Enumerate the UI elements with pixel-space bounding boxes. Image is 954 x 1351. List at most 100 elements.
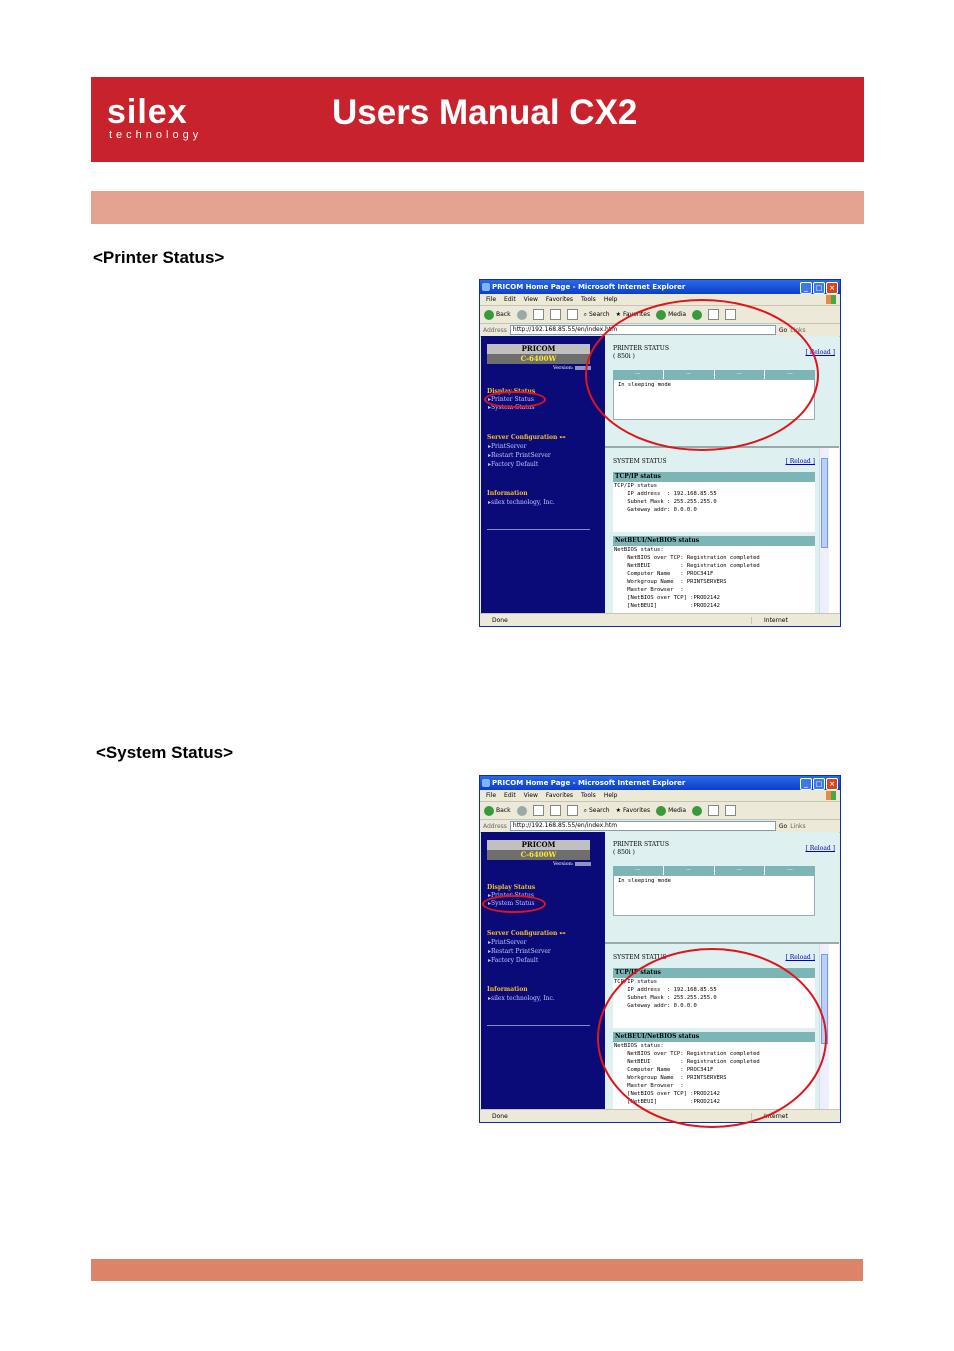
forward-arrow-icon (516, 805, 527, 816)
scroll-thumb[interactable] (821, 458, 828, 548)
refresh-icon[interactable] (549, 805, 561, 816)
system-status-frame: SYSTEM STATUS [ Reload ] TCP/IP status T… (605, 448, 829, 613)
print-icon[interactable] (725, 805, 737, 816)
search-label: Search (588, 807, 610, 814)
highlight-ring-system-status-frame (597, 948, 827, 1128)
search-button[interactable]: ⌕ Search (584, 807, 610, 815)
search-icon: ⌕ (583, 806, 587, 814)
minimize-icon[interactable]: _ (800, 778, 812, 790)
nav-item-silex[interactable]: ▸silex technology, Inc. (488, 995, 555, 1002)
nav-label: PrintServer (491, 939, 527, 946)
left-navigation: PRICOM C-6400W Version: Display Status ▸… (481, 832, 605, 1109)
nav-heading-server-config: Server Configuration ⊷ (487, 434, 565, 441)
logo-main-text: silex (107, 93, 188, 131)
model-name: C-6400W (487, 354, 590, 364)
menu-help[interactable]: Help (604, 296, 618, 303)
menu-favorites[interactable]: Favorites (546, 296, 573, 303)
stop-icon[interactable] (532, 805, 544, 816)
nav-label: Factory Default (491, 957, 539, 964)
favorites-label: Favorites (622, 807, 651, 814)
grid-cell: --- (714, 866, 765, 875)
menu-file[interactable]: File (486, 296, 496, 303)
search-icon: ⌕ (583, 310, 587, 318)
menu-view[interactable]: View (524, 792, 538, 799)
search-button[interactable]: ⌕ Search (584, 311, 610, 319)
media-icon (656, 805, 667, 816)
reload-link[interactable]: [ Reload ] (805, 845, 835, 852)
forward-button[interactable] (516, 805, 527, 816)
printer-model: ( 850i ) (613, 849, 635, 856)
nav-item-factory-default[interactable]: ▸Factory Default (488, 957, 538, 964)
section-band (91, 191, 864, 224)
back-arrow-icon (484, 309, 494, 320)
scrollbar[interactable] (819, 448, 829, 613)
highlight-ring-printer-status-link (484, 391, 546, 408)
forward-button[interactable] (516, 309, 527, 320)
back-label: Back (496, 311, 511, 318)
window-title: PRICOM Home Page - Microsoft Internet Ex… (492, 283, 686, 291)
nav-item-silex[interactable]: ▸silex technology, Inc. (488, 499, 555, 506)
address-input[interactable]: http://192.168.85.55/en/index.htm (509, 821, 776, 831)
printer-status-grid: --- --- --- --- (613, 866, 815, 875)
logo-sub-text: technology (109, 129, 203, 141)
back-label: Back (496, 807, 511, 814)
nav-item-factory-default[interactable]: ▸Factory Default (488, 461, 538, 468)
grid-cell: --- (663, 866, 714, 875)
close-icon[interactable]: × (826, 282, 838, 294)
minimize-icon[interactable]: _ (800, 282, 812, 294)
menu-favorites[interactable]: Favorites (546, 792, 573, 799)
reload-link[interactable]: [ Reload ] (785, 954, 815, 961)
history-icon[interactable] (692, 805, 703, 816)
windows-logo-icon (826, 295, 836, 304)
favorites-button[interactable]: ★ Favorites (616, 807, 651, 814)
home-icon[interactable] (566, 309, 578, 320)
browser-toolbar: Back ⌕ Search ★ Favorites Media (480, 802, 840, 820)
mail-icon[interactable] (708, 805, 720, 816)
menu-edit[interactable]: Edit (504, 792, 516, 799)
nav-item-printserver[interactable]: ▸PrintServer (488, 443, 526, 450)
close-icon[interactable]: × (826, 778, 838, 790)
nav-label: Factory Default (491, 461, 539, 468)
system-status-title: SYSTEM STATUS (613, 458, 667, 465)
home-icon[interactable] (566, 805, 578, 816)
brand-name: PRICOM (487, 840, 590, 850)
model-name: C-6400W (487, 850, 590, 860)
manual-header: silex technology Users Manual CX2 (91, 77, 864, 162)
status-bar: Done Internet (480, 613, 840, 626)
menu-file[interactable]: File (486, 792, 496, 799)
ie-icon (482, 779, 490, 787)
go-button[interactable]: Go (779, 823, 787, 830)
nav-item-printserver[interactable]: ▸PrintServer (488, 939, 526, 946)
highlight-ring-printer-status-frame (585, 299, 819, 451)
links-label[interactable]: Links (790, 823, 805, 830)
refresh-icon[interactable] (549, 309, 561, 320)
search-label: Search (588, 311, 610, 318)
nav-label: Restart PrintServer (491, 452, 551, 459)
nav-heading-display-status: Display Status (487, 884, 536, 891)
media-button[interactable]: Media (656, 805, 686, 816)
menu-edit[interactable]: Edit (504, 296, 516, 303)
netbeui-details: NetBIOS status: NetBIOS over TCP: Regist… (613, 546, 815, 613)
nav-divider (487, 529, 590, 530)
version-value (574, 861, 591, 866)
menu-tools[interactable]: Tools (581, 792, 596, 799)
nav-heading-information: Information (487, 986, 528, 993)
nav-heading-server-config: Server Configuration ⊷ (487, 930, 565, 937)
nav-item-restart[interactable]: ▸Restart PrintServer (488, 452, 551, 459)
reload-link[interactable]: [ Reload ] (785, 458, 815, 465)
address-label: Address (483, 822, 507, 830)
menu-help[interactable]: Help (604, 792, 618, 799)
maximize-icon[interactable]: □ (813, 282, 825, 294)
maximize-icon[interactable]: □ (813, 778, 825, 790)
stop-icon[interactable] (532, 309, 544, 320)
window-titlebar: PRICOM Home Page - Microsoft Internet Ex… (480, 776, 840, 790)
nav-item-restart[interactable]: ▸Restart PrintServer (488, 948, 551, 955)
back-button[interactable]: Back (484, 805, 511, 816)
key-icon: ⊷ (559, 434, 566, 441)
menu-view[interactable]: View (524, 296, 538, 303)
back-arrow-icon (484, 805, 494, 816)
menu-tools[interactable]: Tools (581, 296, 596, 303)
nav-label: PrintServer (491, 443, 527, 450)
grid-cell: --- (613, 866, 663, 875)
back-button[interactable]: Back (484, 309, 511, 320)
